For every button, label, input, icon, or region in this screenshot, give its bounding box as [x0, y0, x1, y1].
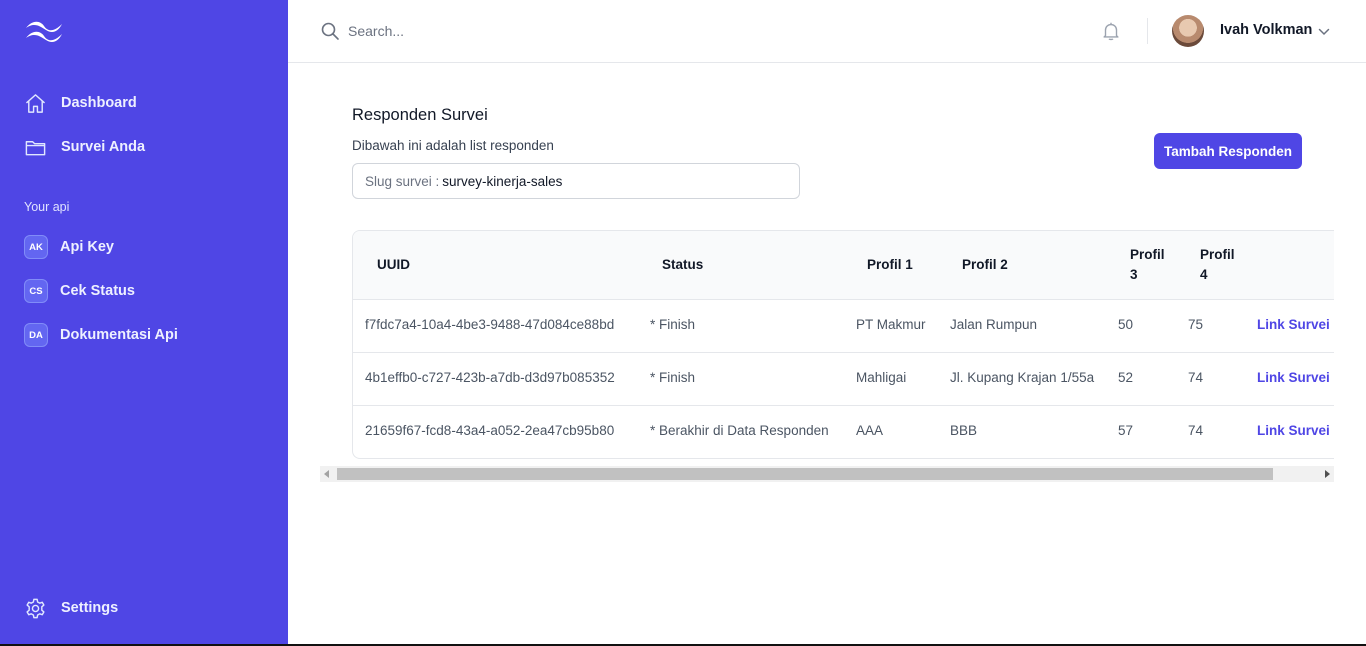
- avatar[interactable]: [1172, 15, 1204, 47]
- column-header-status: Status: [662, 257, 704, 272]
- nav-item-label: Cek Status: [60, 283, 135, 299]
- link-survei[interactable]: Link Survei: [1257, 317, 1330, 332]
- nav-item-dashboard[interactable]: Dashboard: [24, 89, 137, 117]
- chevron-down-icon[interactable]: [1317, 25, 1331, 39]
- cell-profil4: 74: [1188, 423, 1204, 438]
- slug-field[interactable]: Slug survei : survey-kinerja-sales: [352, 163, 800, 199]
- scroll-right-arrow-icon[interactable]: [1325, 470, 1330, 478]
- cell-uuid: f7fdc7a4-10a4-4be3-9488-47d084ce88bd: [365, 317, 615, 332]
- nav-item-label: Dokumentasi Api: [60, 327, 178, 343]
- link-survei[interactable]: Link Survei: [1257, 370, 1330, 385]
- slug-value: survey-kinerja-sales: [442, 173, 563, 189]
- folder-icon: [25, 140, 46, 155]
- api-badge: AK: [24, 235, 48, 259]
- table-header: UUID Status Profil 1 Profil 2 Profil 3 P…: [353, 231, 1334, 300]
- cell-profil4: 74: [1188, 370, 1204, 385]
- cell-status: * Finish: [650, 317, 696, 332]
- nav-item-dokumentasi-api[interactable]: DA Dokumentasi Api: [24, 321, 178, 349]
- table-row: 21659f67-fcd8-43a4-a052-2ea47cb95b80 * B…: [353, 406, 1334, 458]
- cell-profil2: Jalan Rumpun: [950, 317, 1038, 332]
- cell-profil2: BBB: [950, 423, 978, 438]
- cell-profil3: 52: [1118, 370, 1134, 385]
- cell-profil1: PT Makmur: [856, 317, 926, 332]
- scroll-left-arrow-icon[interactable]: [324, 470, 329, 478]
- column-header-profil4: Profil 4: [1200, 247, 1235, 282]
- nav-item-settings[interactable]: Settings: [24, 594, 118, 622]
- sidebar: Dashboard Survei Anda Your api AK Api Ke…: [0, 0, 288, 644]
- table-row: f7fdc7a4-10a4-4be3-9488-47d084ce88bd * F…: [353, 300, 1334, 353]
- cell-profil3: 57: [1118, 423, 1134, 438]
- cell-profil1: AAA: [856, 423, 884, 438]
- api-badge: DA: [24, 323, 48, 347]
- nav-item-label: Api Key: [60, 239, 114, 255]
- search-icon: [321, 22, 339, 40]
- api-badge: CS: [24, 279, 48, 303]
- nav-item-label: Settings: [61, 600, 119, 616]
- bell-icon[interactable]: [1100, 20, 1122, 42]
- add-respondent-button[interactable]: Tambah Responden: [1154, 133, 1302, 169]
- section-label-your-api: Your api: [24, 200, 70, 214]
- nav-item-api-key[interactable]: AK Api Key: [24, 233, 114, 261]
- table-row: 4b1effb0-c727-423b-a7db-d3d97b085352 * F…: [353, 353, 1334, 406]
- cell-profil1: Mahligai: [856, 370, 907, 385]
- nav-item-label: Dashboard: [61, 95, 137, 111]
- cell-profil3: 50: [1118, 317, 1134, 332]
- column-header-profil3: Profil 3: [1130, 247, 1165, 282]
- cell-profil4: 75: [1188, 317, 1204, 332]
- cell-uuid: 4b1effb0-c727-423b-a7db-d3d97b085352: [365, 370, 615, 385]
- horizontal-scrollbar[interactable]: [320, 466, 1334, 482]
- cell-status: * Finish: [650, 370, 696, 385]
- cell-profil2: Jl. Kupang Krajan 1/55a: [950, 370, 1095, 385]
- cell-uuid: 21659f67-fcd8-43a4-a052-2ea47cb95b80: [365, 423, 615, 438]
- column-header-uuid: UUID: [377, 257, 410, 272]
- logo-icon: [26, 21, 62, 42]
- slug-label: Slug survei :: [365, 173, 440, 189]
- page-title: Responden Survei: [352, 106, 488, 124]
- column-header-profil2: Profil 2: [962, 257, 1008, 272]
- user-name[interactable]: Ivah Volkman: [1220, 22, 1312, 38]
- cell-status: * Berakhir di Data Responden: [650, 423, 829, 438]
- header-divider: [1147, 18, 1148, 44]
- home-icon: [26, 93, 45, 113]
- column-header-profil1: Profil 1: [867, 257, 913, 272]
- gear-icon: [26, 598, 45, 618]
- respondents-table: UUID Status Profil 1 Profil 2 Profil 3 P…: [352, 230, 1334, 459]
- nav-item-survei-anda[interactable]: Survei Anda: [24, 133, 145, 161]
- top-header: Ivah Volkman: [288, 0, 1366, 63]
- search-input[interactable]: [348, 17, 748, 45]
- scrollbar-thumb[interactable]: [337, 468, 1273, 480]
- nav-item-label: Survei Anda: [61, 139, 146, 155]
- nav-item-cek-status[interactable]: CS Cek Status: [24, 277, 135, 305]
- page-subtitle: Dibawah ini adalah list responden: [352, 138, 554, 153]
- link-survei[interactable]: Link Survei: [1257, 423, 1330, 438]
